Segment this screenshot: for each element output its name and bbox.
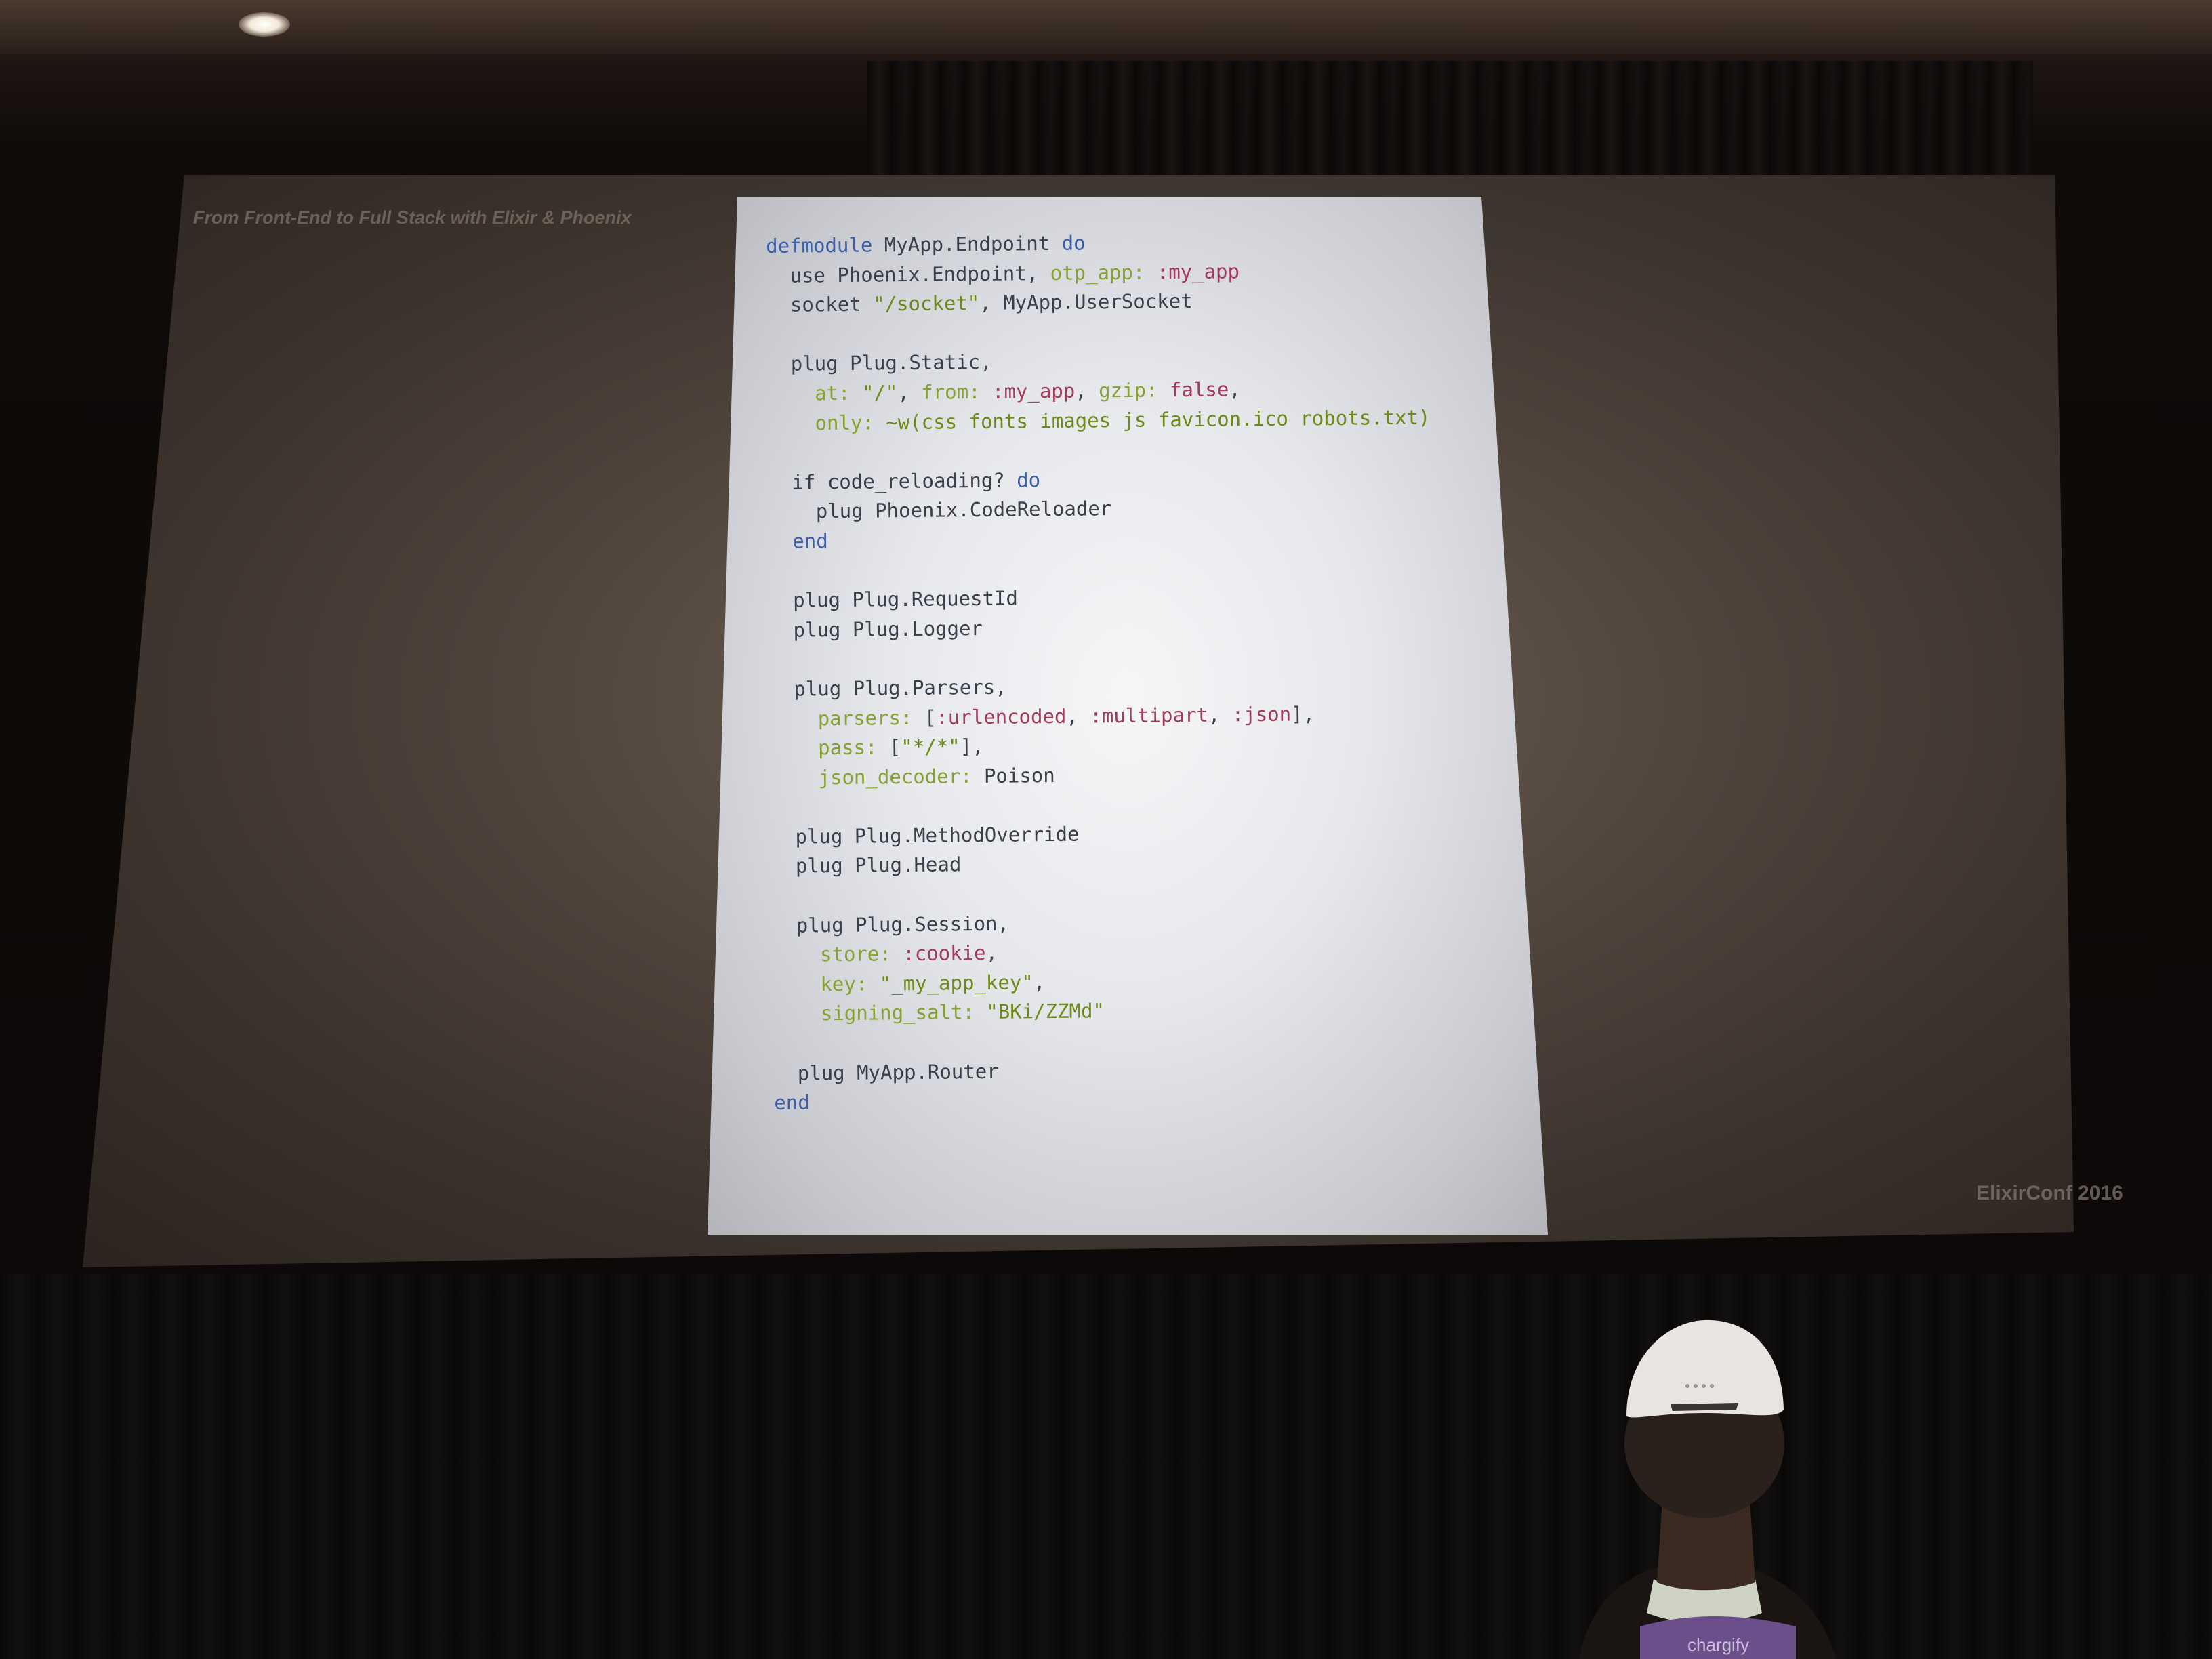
- code-token: Poison: [983, 763, 1055, 787]
- code-token: end: [769, 529, 828, 553]
- ceiling: [0, 0, 2212, 54]
- code-token: if code_reloading?: [768, 468, 1017, 494]
- code-token: ],: [960, 735, 984, 758]
- code-token: plug Plug.Session,: [772, 912, 1010, 937]
- code-token: "/socket": [873, 291, 980, 316]
- code-token: "*/*": [901, 735, 960, 759]
- ceiling-light: [239, 12, 290, 37]
- code-token: ,: [1033, 970, 1046, 994]
- slide-title: From Front-End to Full Stack with Elixir…: [193, 207, 632, 228]
- code-token: [: [924, 705, 937, 729]
- code-token: ~w(css fonts images js favicon.ico robot…: [886, 405, 1431, 434]
- slide-footer: ElixirConf 2016: [1976, 1182, 2123, 1204]
- code-token: [: [888, 735, 901, 759]
- code-token: from:: [921, 380, 993, 404]
- code-token: :cookie: [903, 941, 986, 966]
- code-token: :my_app: [1145, 259, 1240, 284]
- code-token: :multipart: [1090, 703, 1209, 727]
- code-token: false: [1169, 377, 1229, 402]
- code-token: ,: [1066, 703, 1090, 728]
- code-token: MyApp.Endpoint: [872, 231, 1062, 257]
- code-token: plug Plug.Logger: [769, 616, 983, 642]
- code-token: ],: [1290, 701, 1315, 726]
- code-token: :my_app: [991, 379, 1076, 403]
- code-token: end: [774, 1090, 810, 1115]
- code-token: store:: [773, 942, 903, 967]
- code-token: parsers:: [770, 705, 925, 731]
- code-token: use Phoenix.Endpoint,: [766, 261, 1050, 287]
- code-token: socket: [766, 292, 874, 317]
- code-token: signing_salt:: [773, 1000, 987, 1026]
- code-token: plug Plug.MethodOverride: [771, 822, 1080, 848]
- code-token: plug MyApp.Router: [773, 1059, 999, 1085]
- code-token: do: [1017, 468, 1041, 492]
- code-token: otp_app:: [1050, 260, 1145, 285]
- code-token: only:: [767, 410, 886, 435]
- code-token: defmodule: [766, 233, 873, 258]
- code-token: plug Plug.Static,: [766, 350, 992, 376]
- code-block: defmodule MyApp.Endpoint do use Phoenix.…: [766, 226, 1437, 1118]
- conference-photo: From Front-End to Full Stack with Elixir…: [0, 0, 2212, 1659]
- audience-member: chargify: [1579, 1319, 1837, 1659]
- curtain-valance: [867, 61, 2033, 190]
- code-token: , MyApp.UserSocket: [979, 289, 1193, 315]
- code-token: ,: [985, 941, 998, 965]
- cap-strap: [1671, 1403, 1738, 1411]
- code-token: :urlencoded: [936, 704, 1067, 729]
- code-token: plug Phoenix.CodeReloader: [768, 497, 1112, 524]
- code-token: "_my_app_key": [879, 970, 1033, 996]
- code-token: ,: [1208, 702, 1232, 726]
- code-token: ,: [1229, 377, 1241, 401]
- trucker-cap-icon: [1626, 1319, 1784, 1418]
- lanyard-text: chargify: [1687, 1635, 1749, 1655]
- code-token: key:: [773, 972, 880, 996]
- code-token: ,: [1075, 379, 1099, 403]
- code-token: plug Plug.Parsers,: [770, 675, 1007, 701]
- code-token: :json: [1231, 702, 1292, 726]
- code-token: plug Plug.RequestId: [769, 586, 1019, 613]
- stage-curtain: [0, 1274, 2212, 1659]
- code-token: gzip:: [1099, 378, 1170, 403]
- code-token: json_decoder:: [771, 764, 985, 790]
- code-token: "/": [861, 381, 898, 405]
- code-token: do: [1061, 231, 1086, 255]
- code-token: ,: [897, 380, 922, 405]
- code-token: plug Plug.Head: [771, 853, 962, 878]
- code-token: pass:: [771, 735, 890, 760]
- code-token: "BKi/ZZMd": [986, 999, 1105, 1024]
- code-token: at:: [767, 381, 863, 405]
